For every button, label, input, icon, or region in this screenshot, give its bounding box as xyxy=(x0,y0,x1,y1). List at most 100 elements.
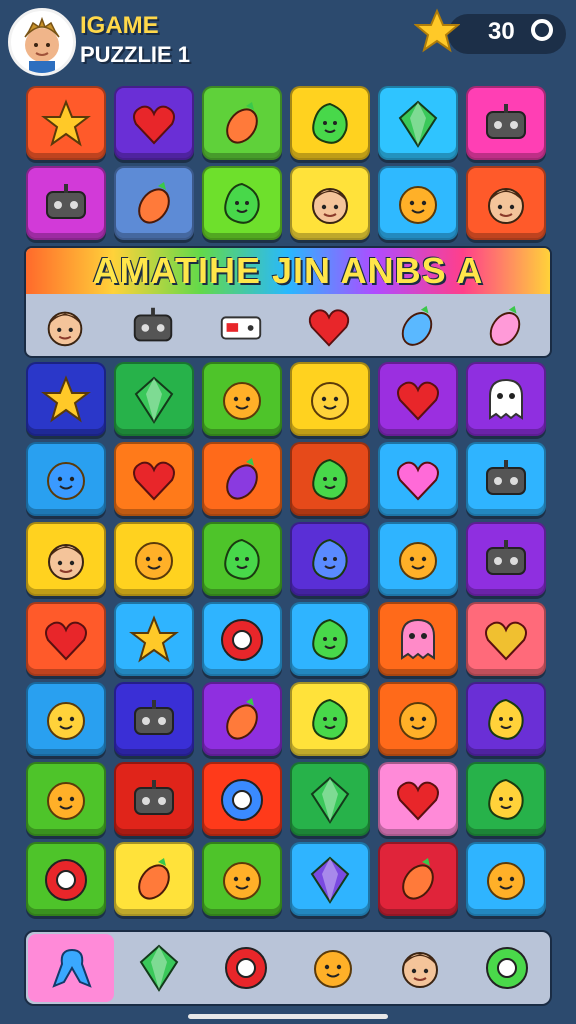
gamepad-icon xyxy=(220,316,262,340)
board-bottom-tile[interactable] xyxy=(466,442,546,516)
tools-icon xyxy=(134,700,174,735)
board-bottom-tile[interactable] xyxy=(26,522,106,596)
eggplant-icon xyxy=(226,458,258,500)
powerup-slot[interactable] xyxy=(289,934,375,1002)
board-bottom-tile[interactable] xyxy=(466,682,546,756)
board-bottom-tile[interactable] xyxy=(202,682,282,756)
blob-green-icon xyxy=(224,538,260,580)
board-bottom-tile[interactable] xyxy=(114,522,194,596)
board-bottom-tile[interactable] xyxy=(202,602,282,676)
board-bottom-tile[interactable] xyxy=(114,682,194,756)
board-bottom-tile[interactable] xyxy=(202,522,282,596)
board-bottom-tile[interactable] xyxy=(26,602,106,676)
board-bottom-tile[interactable] xyxy=(26,442,106,516)
board-bottom-tile[interactable] xyxy=(466,602,546,676)
board-bottom-tile[interactable] xyxy=(378,682,458,756)
leaf-icon xyxy=(312,618,348,660)
face-boy-icon xyxy=(47,311,83,347)
balloon-icon xyxy=(489,305,521,346)
coin-icon xyxy=(531,19,553,41)
board-bottom-tile[interactable] xyxy=(290,442,370,516)
board-bottom-tile[interactable] xyxy=(202,762,282,836)
carrot-icon xyxy=(402,858,434,900)
board-bottom-tile[interactable] xyxy=(114,362,194,436)
powerup-slot[interactable] xyxy=(463,934,549,1002)
board-bottom-tile[interactable] xyxy=(466,762,546,836)
board-top-tile[interactable] xyxy=(466,166,546,240)
board-bottom-tile[interactable] xyxy=(290,842,370,916)
heart-icon xyxy=(397,781,439,821)
ribbon-icon xyxy=(52,948,92,988)
virus-icon xyxy=(312,538,348,580)
board-bottom-tile[interactable] xyxy=(290,362,370,436)
blob-icon xyxy=(223,382,261,420)
robot-icon xyxy=(134,780,174,815)
heart-icon xyxy=(45,621,87,661)
match-banner: AMATIHE JIN ANBS A xyxy=(24,246,552,358)
board-bottom-tile[interactable] xyxy=(290,762,370,836)
board-bottom-tile[interactable] xyxy=(26,362,106,436)
board-top-tile[interactable] xyxy=(378,86,458,160)
robot-icon xyxy=(46,184,86,219)
robot-icon xyxy=(486,540,526,575)
blob-icon xyxy=(47,782,85,820)
board-bottom-tile[interactable] xyxy=(114,842,194,916)
monster-icon xyxy=(401,618,435,660)
board-bottom-tile[interactable] xyxy=(114,602,194,676)
cannon-icon xyxy=(138,858,170,900)
board-bottom-tile[interactable] xyxy=(466,362,546,436)
board-bottom-tile[interactable] xyxy=(26,762,106,836)
board-top-tile[interactable] xyxy=(378,166,458,240)
powerup-slot[interactable] xyxy=(115,934,201,1002)
banner-item xyxy=(128,302,178,352)
board-bottom-tile[interactable] xyxy=(290,602,370,676)
board-bottom-tile[interactable] xyxy=(290,682,370,756)
board-top-tile[interactable] xyxy=(202,166,282,240)
face-boy-icon xyxy=(48,544,84,580)
board-top-tile[interactable] xyxy=(114,166,194,240)
blob-icon xyxy=(135,542,173,580)
fruit-face-icon xyxy=(47,702,85,740)
robot-icon xyxy=(486,104,526,139)
board-bottom-tile[interactable] xyxy=(114,762,194,836)
player-avatar[interactable] xyxy=(8,8,76,76)
board-top-tile[interactable] xyxy=(114,86,194,160)
magnifier-icon xyxy=(224,182,260,224)
board-bottom-tile[interactable] xyxy=(378,602,458,676)
cloud-heart-icon xyxy=(397,461,439,501)
blob-green-icon xyxy=(312,698,348,740)
powerup-slot[interactable] xyxy=(376,934,462,1002)
powerup-slot[interactable] xyxy=(28,934,114,1002)
star-icon xyxy=(41,375,91,423)
board-bottom-tile[interactable] xyxy=(378,442,458,516)
leaf-icon xyxy=(312,458,348,500)
board-bottom-tile[interactable] xyxy=(26,842,106,916)
board-bottom-tile[interactable] xyxy=(26,682,106,756)
gear-icon xyxy=(221,779,263,821)
board-top-tile[interactable] xyxy=(202,86,282,160)
powerup-slot[interactable] xyxy=(202,934,288,1002)
board-top-tile[interactable] xyxy=(290,86,370,160)
board-bottom-tile[interactable] xyxy=(378,842,458,916)
board-bottom-tile[interactable] xyxy=(202,442,282,516)
game-title: IGAME xyxy=(80,12,159,39)
board-top-tile[interactable] xyxy=(290,166,370,240)
board-bottom-tile[interactable] xyxy=(378,522,458,596)
board-bottom-tile[interactable] xyxy=(378,362,458,436)
board-bottom-tile[interactable] xyxy=(466,522,546,596)
board-bottom-tile[interactable] xyxy=(202,362,282,436)
board-bottom-tile[interactable] xyxy=(466,842,546,916)
fruit-face-icon xyxy=(311,382,349,420)
face-cat-icon xyxy=(312,188,348,224)
star-icon xyxy=(129,615,179,663)
face-icon xyxy=(402,952,438,988)
board-bottom-tile[interactable] xyxy=(290,522,370,596)
board-bottom-tile[interactable] xyxy=(202,842,282,916)
board-top-tile[interactable] xyxy=(466,86,546,160)
board-top-tile[interactable] xyxy=(26,86,106,160)
board-bottom-tile[interactable] xyxy=(378,762,458,836)
gem-icon xyxy=(398,100,438,148)
fish-icon xyxy=(226,698,258,740)
board-bottom-tile[interactable] xyxy=(114,442,194,516)
board-top-tile[interactable] xyxy=(26,166,106,240)
